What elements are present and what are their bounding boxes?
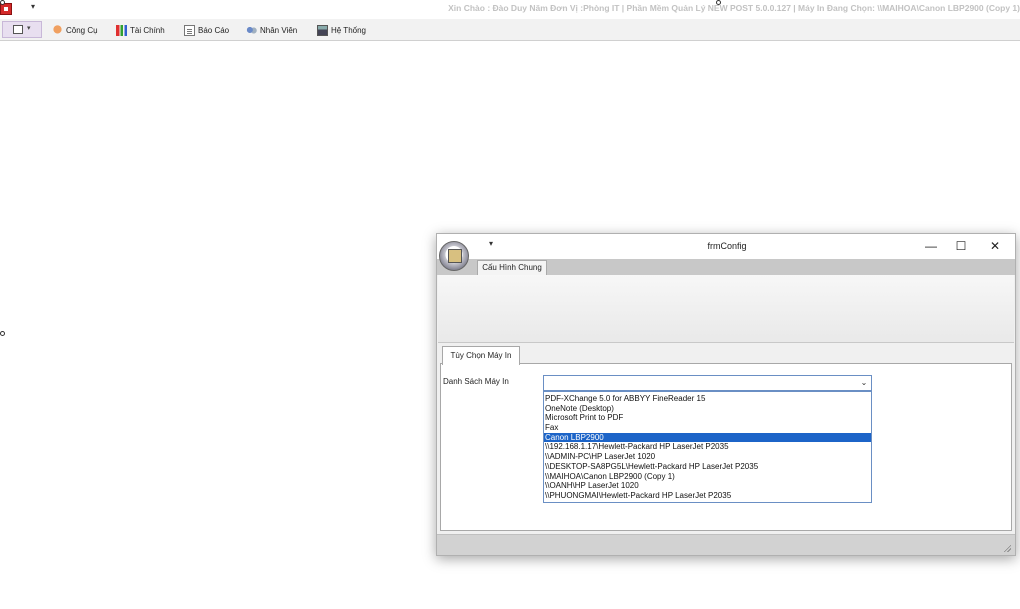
resize-handle-icon[interactable]: [0, 331, 5, 336]
finance-chart-icon: [116, 25, 127, 36]
printer-option[interactable]: \\PHUONGMAI\Hewlett-Packard HP LaserJet …: [544, 491, 871, 501]
config-window: ▾ frmConfig — ☐ ✕ Cấu Hình Chung Tùy Chọ…: [436, 233, 1016, 556]
layout-icon: [13, 25, 23, 34]
tab-cau-hinh-chung[interactable]: Cấu Hình Chung: [477, 260, 547, 275]
printer-option[interactable]: PDF-XChange 5.0 for ABBYY FineReader 15: [544, 394, 871, 404]
status-bar: [437, 534, 1015, 555]
printer-dropdown-list: PDF-XChange 5.0 for ABBYY FineReader 15 …: [543, 391, 872, 503]
menu-item-he-thong[interactable]: Hệ Thống: [317, 23, 366, 38]
menu-item-tai-chinh[interactable]: Tài Chính: [116, 23, 165, 38]
menu-item-label: Tài Chính: [130, 26, 165, 35]
ribbon-tab-strip: Cấu Hình Chung: [437, 259, 1015, 275]
printer-option-selected[interactable]: Canon LBP2900: [544, 432, 871, 443]
application-menu-button[interactable]: ▾: [2, 21, 42, 38]
system-icon: [317, 25, 328, 36]
chevron-down-icon: ▾: [27, 25, 31, 32]
report-icon: [184, 25, 195, 36]
menu-item-nhan-vien[interactable]: Nhân Viên: [246, 23, 297, 38]
printer-option[interactable]: Fax: [544, 423, 871, 433]
menu-item-label: Công Cụ: [66, 26, 98, 35]
resize-handle-icon[interactable]: [716, 0, 721, 5]
printer-option[interactable]: Microsoft Print to PDF: [544, 413, 871, 423]
printer-option[interactable]: OneNote (Desktop): [544, 404, 871, 414]
menu-item-cong-cu[interactable]: Công Cụ: [52, 23, 98, 38]
printer-option[interactable]: \\ADMIN-PC\HP LaserJet 1020: [544, 452, 871, 462]
config-window-title-bar[interactable]: ▾ frmConfig — ☐ ✕: [437, 234, 1015, 259]
tab-tuy-chon-may-in[interactable]: Tùy Chọn Máy In: [442, 346, 520, 365]
minimize-button[interactable]: —: [921, 238, 941, 254]
main-title-bar: ▾ Xin Chào : Đào Duy Năm Đơn Vị :Phòng I…: [0, 0, 1020, 19]
menu-item-label: Hệ Thống: [331, 26, 366, 35]
resize-grip-icon[interactable]: [1003, 544, 1011, 552]
page-tab-strip: Tùy Chọn Máy In: [440, 344, 1012, 365]
printer-option[interactable]: \\192.168.1.17\Hewlett-Packard HP LaserJ…: [544, 442, 871, 452]
menu-item-bao-cao[interactable]: Báo Cáo: [184, 23, 229, 38]
tools-icon: [52, 25, 63, 36]
quick-access-dropdown-icon[interactable]: ▾: [31, 2, 35, 11]
printer-select[interactable]: ⌄: [543, 375, 872, 391]
chevron-down-icon[interactable]: ⌄: [859, 377, 869, 389]
printer-option[interactable]: \\OANH\HP LaserJet 1020: [544, 481, 871, 491]
printer-option[interactable]: \\MAIHOA\Canon LBP2900 (Copy 1): [544, 472, 871, 482]
resize-handle-icon[interactable]: [0, 0, 5, 5]
main-menu-bar: ▾ Công Cụ Tài Chính Báo Cáo Nhân Viên Hệ…: [0, 19, 1020, 41]
close-button[interactable]: ✕: [985, 238, 1005, 254]
printer-options-page: Danh Sách Máy In ⌄ PDF-XChange 5.0 for A…: [440, 363, 1012, 531]
maximize-button[interactable]: ☐: [951, 238, 971, 254]
config-app-logo-icon[interactable]: [439, 241, 469, 271]
staff-icon: [246, 25, 257, 36]
menu-item-label: Nhân Viên: [260, 26, 298, 35]
printer-list-label: Danh Sách Máy In: [443, 377, 509, 386]
menu-item-label: Báo Cáo: [198, 26, 230, 35]
printer-option[interactable]: \\DESKTOP-SA8PG5L\Hewlett-Packard HP Las…: [544, 462, 871, 472]
ribbon-panel: [438, 275, 1014, 343]
